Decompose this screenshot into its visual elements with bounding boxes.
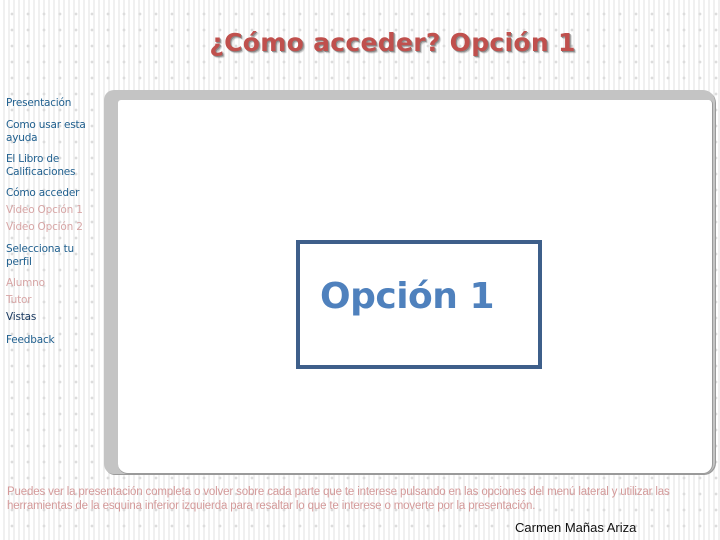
slide-title: ¿Cómo acceder? Opción 1 (209, 28, 576, 57)
sidebar-item-presentacion[interactable]: Presentación (6, 97, 104, 110)
footer-description: Puedes ver la presentación completa o vo… (7, 486, 670, 512)
option-box-label: Opción 1 (320, 276, 495, 317)
option-box: Opción 1 (296, 240, 542, 369)
sidebar-item-como-acceder[interactable]: Cómo acceder (6, 187, 104, 200)
sidebar-item-selecciona-perfil[interactable]: Selecciona tu perfil (6, 243, 84, 269)
sidebar-item-tutor[interactable]: Tutor (6, 294, 104, 307)
sidebar-item-como-usar[interactable]: Como usar esta ayuda (6, 119, 94, 145)
sidebar-item-video-opcion-1[interactable]: Video Opción 1 (6, 204, 104, 217)
sidebar-item-alumno[interactable]: Alumno (6, 277, 104, 290)
author-name: Carmen Mañas Ariza (515, 520, 637, 535)
sidebar-item-feedback[interactable]: Feedback (6, 334, 104, 347)
sidebar-item-libro-calificaciones[interactable]: El Libro de Calificaciones (6, 153, 86, 179)
sidebar-item-video-opcion-2[interactable]: Video Opción 2 (6, 221, 104, 234)
sidebar-menu: Presentación Como usar esta ayuda El Lib… (6, 97, 104, 347)
sidebar-item-vistas[interactable]: Vistas (6, 311, 104, 324)
